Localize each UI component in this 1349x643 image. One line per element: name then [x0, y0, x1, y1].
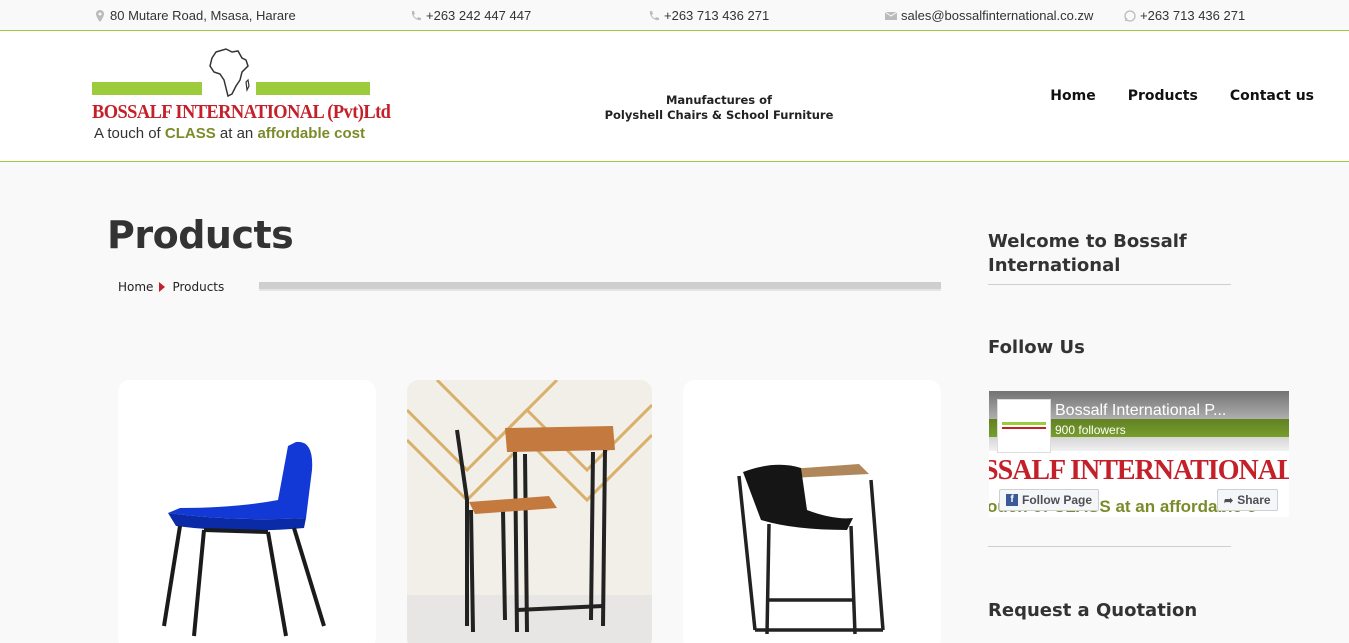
logo-tag-part: A touch of [94, 125, 165, 142]
fb-share-label: Share [1237, 493, 1271, 507]
facebook-page-widget[interactable]: SSALF INTERNATIONAL (Pvt)L ouch of CLASS… [989, 391, 1289, 517]
sidebar-quote-heading: Request a Quotation [988, 600, 1198, 621]
fb-follow-label: Follow Page [1022, 493, 1093, 507]
nav-home[interactable]: Home [1050, 88, 1095, 104]
fb-share-button[interactable]: ➦ Share [1217, 489, 1278, 511]
school-desk-chair-image[interactable] [407, 380, 652, 643]
logo-green-bar-right [256, 82, 370, 95]
product-card[interactable] [118, 380, 376, 643]
black-tablet-chair-image[interactable] [683, 380, 941, 643]
logo-tag-class: CLASS [164, 125, 216, 142]
envelope-icon [885, 11, 897, 20]
facebook-icon: f [1006, 494, 1018, 506]
tagline-line-1: Manufactures of [665, 93, 773, 107]
company-logo[interactable]: BOSSALF INTERNATIONAL (Pvt)Ltd A touch o… [92, 46, 391, 146]
sidebar-welcome-heading: Welcome to Bossalf International [988, 231, 1187, 276]
breadcrumb-divider [259, 282, 941, 291]
breadcrumb: Home Products [118, 280, 224, 294]
sidebar-divider [988, 546, 1231, 547]
address-item: 80 Mutare Road, Msasa, Harare [94, 8, 296, 23]
nav-contact[interactable]: Contact us [1230, 88, 1314, 104]
logo-tag-affordable: affordable cost [257, 125, 365, 142]
fb-cover-brand: SSALF INTERNATIONAL (Pvt)L [989, 455, 1289, 486]
blue-polyshell-chair-image[interactable] [118, 380, 376, 643]
logo-brand-name: BOSSALF INTERNATIONAL (Pvt)Ltd [92, 101, 391, 123]
phone-text-2[interactable]: +263 713 436 271 [664, 8, 769, 23]
phone-item-2[interactable]: +263 713 436 271 [648, 8, 769, 23]
address-text: 80 Mutare Road, Msasa, Harare [110, 8, 296, 23]
location-pin-icon [96, 9, 104, 22]
product-card[interactable] [683, 380, 941, 643]
phone-item-1[interactable]: +263 242 447 447 [410, 8, 531, 23]
main-nav: Home Products Contact us [1050, 88, 1314, 104]
fb-avatar-logo-text [1002, 427, 1046, 429]
whatsapp-icon [1124, 9, 1136, 22]
product-card[interactable] [407, 380, 652, 643]
nav-products[interactable]: Products [1128, 88, 1198, 104]
fb-avatar-logo-bar [1002, 422, 1046, 425]
header-tagline: Manufactures of Polyshell Chairs & Schoo… [590, 93, 848, 123]
fb-page-name[interactable]: Bossalf International P... [1055, 402, 1226, 420]
whatsapp-item[interactable]: +263 713 436 271 [1124, 8, 1245, 23]
breadcrumb-home[interactable]: Home [118, 280, 153, 294]
phone-icon [411, 10, 421, 20]
breadcrumb-arrow-icon [159, 282, 166, 292]
sidebar-divider [988, 284, 1231, 285]
fb-followers-count: 900 followers [1055, 423, 1126, 437]
logo-green-bar-left [92, 82, 202, 95]
whatsapp-text[interactable]: +263 713 436 271 [1140, 8, 1245, 23]
fb-page-avatar[interactable] [997, 399, 1051, 453]
mobile-phone-icon [649, 10, 659, 20]
logo-tag-part: at an [215, 125, 258, 142]
africa-map-icon [209, 48, 250, 98]
fb-follow-button[interactable]: f Follow Page [999, 489, 1100, 511]
share-arrow-icon: ➦ [1224, 494, 1234, 507]
logo-tagline: A touch of CLASS at an affordable cost [94, 125, 365, 142]
email-text[interactable]: sales@bossalfinternational.co.zw [901, 8, 1093, 23]
page-title: Products [107, 213, 294, 257]
email-item[interactable]: sales@bossalfinternational.co.zw [885, 8, 1093, 23]
top-contact-bar: 80 Mutare Road, Msasa, Harare +263 242 4… [0, 0, 1349, 31]
phone-text-1[interactable]: +263 242 447 447 [426, 8, 531, 23]
site-header: BOSSALF INTERNATIONAL (Pvt)Ltd A touch o… [0, 31, 1349, 162]
tagline-line-2: Polyshell Chairs & School Furniture [604, 108, 834, 122]
breadcrumb-current: Products [172, 280, 225, 294]
sidebar-follow-heading: Follow Us [988, 337, 1085, 358]
